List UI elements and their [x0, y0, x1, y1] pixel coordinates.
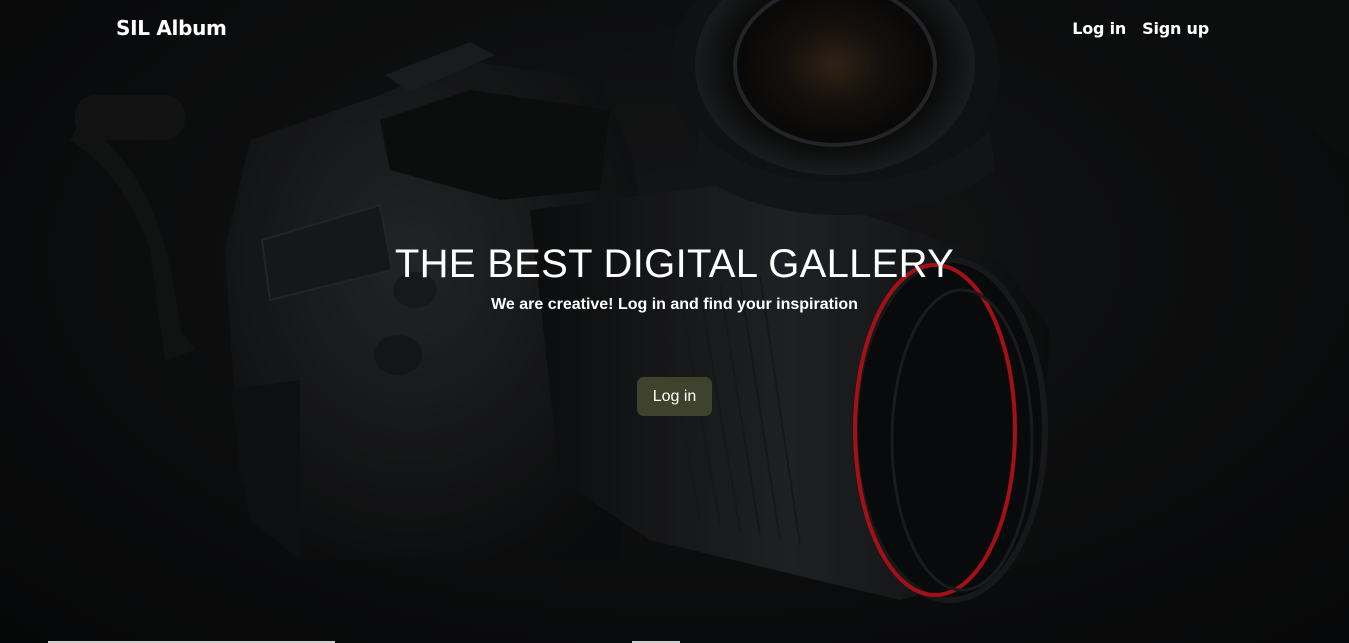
- hero-title: THE BEST DIGITAL GALLERY: [394, 242, 955, 286]
- top-navbar: SIL Album Log in Sign up: [0, 0, 1349, 58]
- brand-link[interactable]: SIL Album: [116, 16, 227, 40]
- nav-login-link[interactable]: Log in: [1072, 19, 1126, 38]
- landing-page: SIL Album Log in Sign up THE BEST DIGITA…: [0, 0, 1349, 643]
- hero-subtitle: We are creative! Log in and find your in…: [491, 296, 858, 313]
- hero-login-button[interactable]: Log in: [637, 377, 712, 416]
- dark-overlay: [0, 0, 1349, 643]
- nav-signup-link[interactable]: Sign up: [1142, 19, 1209, 38]
- nav-links: Log in Sign up: [1072, 19, 1209, 38]
- hero-section: THE BEST DIGITAL GALLERY We are creative…: [0, 240, 1349, 314]
